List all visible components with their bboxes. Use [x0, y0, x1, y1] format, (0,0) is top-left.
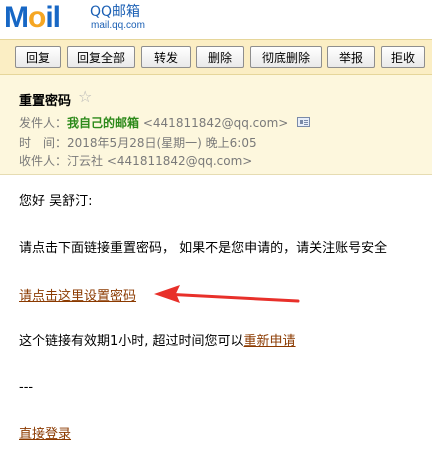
- recipient-name[interactable]: 汀云社: [67, 154, 103, 168]
- mail-subject: 重置密码: [19, 94, 72, 109]
- forward-button[interactable]: 转发: [141, 46, 191, 68]
- recipient-label: 收件人：: [19, 154, 68, 168]
- recipient-email: <441811842@qq.com>: [106, 154, 253, 168]
- mail-toolbar: 回复 回复全部 转发 删除 彻底删除 举报 拒收: [0, 39, 432, 75]
- logo-bar: Moil QQ邮箱 mail.qq.com: [0, 0, 432, 38]
- instruction-text: 请点击下面链接重置密码， 如果不是您申请的，请关注账号安全: [19, 241, 388, 256]
- reject-button[interactable]: 拒收: [381, 46, 425, 68]
- validity-text: 这个链接有效期1小时, 超过时间您可以重新申请: [19, 334, 296, 350]
- delete-button[interactable]: 删除: [196, 46, 244, 68]
- mail-header: 重置密码 ☆ 发件人：我自己的邮箱 <441811842@qq.com> 时 间…: [0, 75, 432, 175]
- sender-label: 发件人：: [19, 116, 68, 130]
- separator-text: ---: [19, 380, 34, 395]
- time-label: 时 间：: [19, 136, 68, 150]
- star-icon[interactable]: ☆: [78, 87, 92, 106]
- logo-domain: mail.qq.com: [91, 20, 145, 31]
- reapply-link[interactable]: 重新申请: [244, 334, 296, 349]
- sender-row: 发件人：我自己的邮箱 <441811842@qq.com>: [19, 115, 288, 131]
- contact-card-icon[interactable]: [297, 117, 310, 127]
- logo-m: M: [4, 1, 29, 34]
- reply-all-button[interactable]: 回复全部: [67, 46, 135, 68]
- time-value: 2018年5月28日(星期一) 晚上6:05: [67, 136, 257, 150]
- red-arrow-annotation: [154, 285, 300, 303]
- recipient-row: 收件人：汀云社 <441811842@qq.com>: [19, 153, 252, 169]
- reset-password-link-line: 请点击这里设置密码: [19, 289, 136, 305]
- report-button[interactable]: 举报: [327, 46, 375, 68]
- time-row: 时 间：2018年5月28日(星期一) 晚上6:05: [19, 135, 257, 151]
- login-link-line: 直接登录: [19, 427, 71, 443]
- validity-prefix: 这个链接有效期1小时, 超过时间您可以: [19, 334, 244, 349]
- greeting-text: 您好 吴舒汀:: [19, 194, 93, 209]
- reset-password-link[interactable]: 请点击这里设置密码: [19, 289, 136, 304]
- sender-name[interactable]: 我自己的邮箱: [67, 116, 139, 130]
- logo-qq-text: QQ邮箱: [90, 4, 141, 20]
- logo-o: o: [28, 1, 46, 34]
- reply-button[interactable]: 回复: [15, 46, 61, 68]
- sender-email: <441811842@qq.com>: [142, 116, 289, 130]
- login-link[interactable]: 直接登录: [19, 427, 71, 442]
- qq-mail-logo[interactable]: Moil: [4, 1, 61, 34]
- delete-permanently-button[interactable]: 彻底删除: [250, 46, 322, 68]
- logo-il: il: [45, 1, 61, 34]
